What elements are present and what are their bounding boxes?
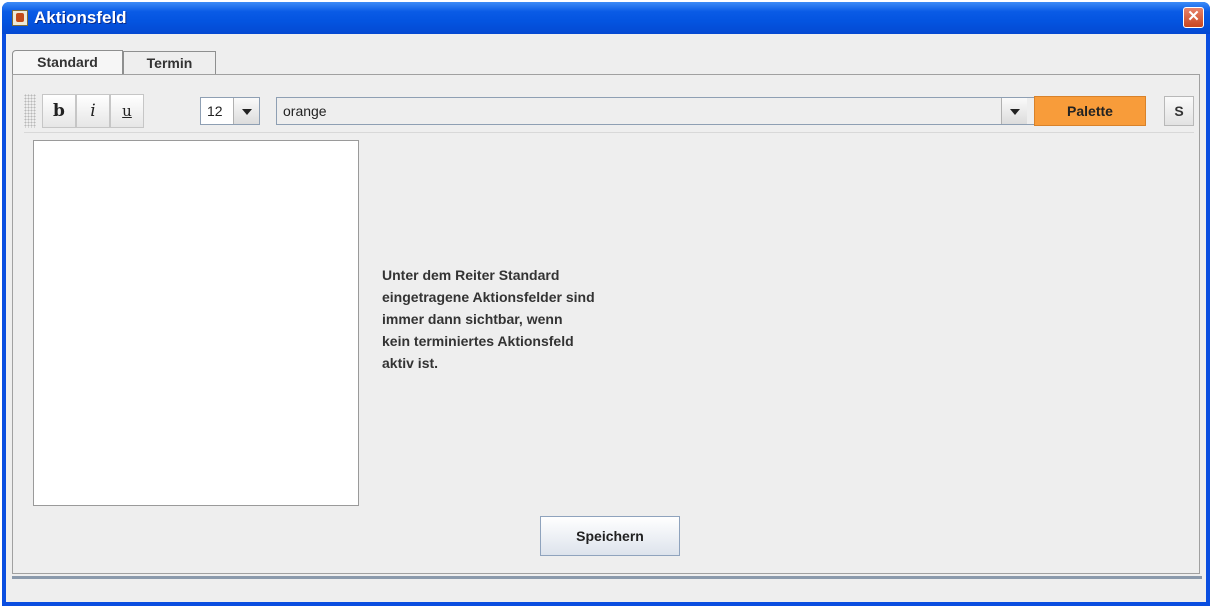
java-app-icon bbox=[12, 10, 28, 26]
color-select[interactable]: orange bbox=[276, 97, 1056, 125]
font-size-select[interactable]: 12 bbox=[200, 97, 260, 125]
bold-button[interactable]: b bbox=[42, 94, 76, 128]
window-title: Aktionsfeld bbox=[34, 8, 127, 27]
info-line: immer dann sichtbar, wenn bbox=[382, 311, 563, 327]
format-toolbar: b i u 12 orange Palette S bbox=[24, 92, 1194, 133]
status-bar bbox=[12, 579, 1202, 601]
info-line: kein terminiertes Aktionsfeld bbox=[382, 333, 574, 349]
info-text: Unter dem Reiter Standard eingetragene A… bbox=[382, 264, 682, 374]
underline-button[interactable]: u bbox=[110, 94, 144, 128]
italic-button[interactable]: i bbox=[76, 94, 110, 128]
font-size-value: 12 bbox=[207, 103, 223, 119]
text-editor-area[interactable] bbox=[33, 140, 359, 506]
app-window: Aktionsfeld ✕ Standard Termin b i u 12 o… bbox=[2, 2, 1210, 606]
info-line: Unter dem Reiter Standard bbox=[382, 267, 560, 283]
color-value: orange bbox=[283, 103, 327, 119]
s-button[interactable]: S bbox=[1164, 96, 1194, 126]
info-line: aktiv ist. bbox=[382, 355, 439, 371]
save-button[interactable]: Speichern bbox=[540, 516, 680, 556]
chevron-down-icon[interactable] bbox=[233, 98, 259, 124]
window-content: Standard Termin b i u 12 orange Palette … bbox=[6, 34, 1206, 602]
tab-standard[interactable]: Standard bbox=[12, 50, 123, 74]
toolbar-grip-icon[interactable] bbox=[24, 94, 36, 128]
close-icon[interactable]: ✕ bbox=[1183, 7, 1204, 28]
info-line: eingetragene Aktionsfelder sind bbox=[382, 289, 595, 305]
tab-termin[interactable]: Termin bbox=[123, 51, 216, 75]
palette-button[interactable]: Palette bbox=[1034, 96, 1146, 126]
chevron-down-icon[interactable] bbox=[1001, 98, 1027, 124]
title-bar[interactable]: Aktionsfeld ✕ bbox=[2, 2, 1210, 34]
